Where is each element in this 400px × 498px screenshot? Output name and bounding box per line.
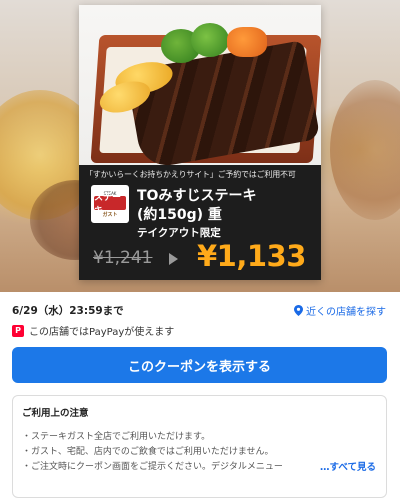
paypay-text: この店舗ではPayPayが使えます (29, 327, 175, 338)
paypay-icon: P (12, 324, 24, 337)
usage-note-line: ・ガスト、宅配、店内でのご飲食ではご利用いただけません。 (22, 447, 274, 457)
steak-gusto-logo: STEAK ステーキ ガスト (91, 185, 129, 223)
logo-bottom-text: ガスト (102, 211, 118, 218)
usage-note-line: ・ステーキガスト全店でご利用いただけます。 (22, 432, 211, 442)
expiry-date: 6/29（水）23:59まで (12, 305, 124, 317)
product-photo (79, 5, 321, 170)
show-coupon-button[interactable]: このクーポンを表示する (12, 347, 387, 383)
discount-price: ¥1,133 (197, 239, 306, 273)
product-subtitle: テイクアウト限定 (137, 227, 221, 239)
usage-notes-title: ご利用上の注意 (22, 408, 89, 419)
coupon-card: 「すかいらーくお持ちかえりサイト」ご予約ではご利用不可 STEAK ステーキ ガ… (79, 5, 321, 280)
broccoli-image (191, 23, 229, 57)
product-title-line2: (約150g) 重 (137, 207, 222, 223)
logo-main-text: ステーキ (94, 193, 126, 216)
paypay-availability: P この店舗ではPayPayが使えます (12, 323, 174, 338)
bg-blur-box (330, 80, 400, 220)
find-nearby-store-link[interactable]: 近くの店舗を探す (294, 303, 386, 318)
find-nearby-store-label: 近くの店舗を探す (306, 307, 386, 318)
map-pin-icon (294, 305, 303, 316)
arrow-right-icon (169, 253, 178, 265)
carrot-image (227, 27, 267, 57)
usage-note-line: ・ご注文時にクーポン画面をご提示ください。デジタルメニュー (22, 462, 283, 472)
reservation-notice: 「すかいらーくお持ちかえりサイト」ご予約ではご利用不可 (85, 170, 296, 179)
original-price: ¥1,241 (93, 248, 153, 268)
usage-notes-panel: ご利用上の注意 ・ステーキガスト全店でご利用いただけます。 ・ガスト、宅配、店内… (12, 395, 387, 498)
see-all-link[interactable]: …すべて見る (314, 459, 376, 473)
product-title-line1: TOみすじステーキ (137, 188, 257, 204)
